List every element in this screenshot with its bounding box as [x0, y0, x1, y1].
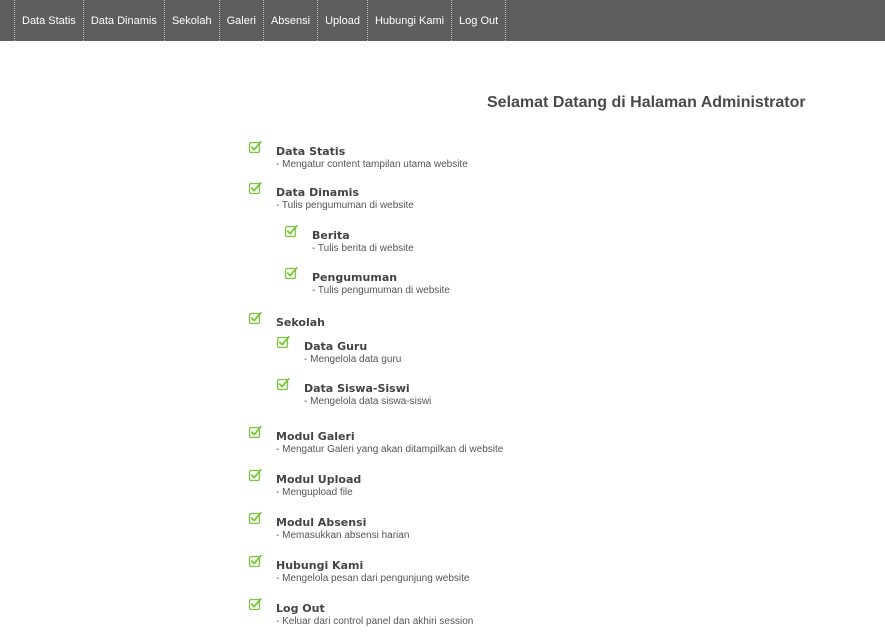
nav-upload[interactable]: Upload	[317, 0, 367, 41]
nav-log-out[interactable]: Log Out	[451, 0, 507, 41]
nav-data-statis[interactable]: Data Statis	[14, 0, 83, 41]
checkbox-checked-icon	[248, 554, 262, 568]
checkbox-checked-icon	[284, 266, 298, 280]
item-title[interactable]: Data Guru	[304, 340, 367, 353]
item-description: - Mengelola data siswa-siswi	[304, 396, 432, 407]
nav-sekolah[interactable]: Sekolah	[163, 0, 219, 41]
checkbox-checked-icon	[248, 511, 262, 525]
checkbox-checked-icon	[248, 140, 262, 154]
item-title[interactable]: Berita	[312, 229, 350, 242]
item-description: - Mengelola data guru	[304, 354, 402, 365]
item-description: - Tulis pengumuman di website	[276, 200, 414, 211]
nav-data-dinamis[interactable]: Data Dinamis	[82, 0, 164, 41]
checkbox-checked-icon	[248, 468, 262, 482]
item-title[interactable]: Modul Galeri	[276, 430, 355, 443]
top-navigation: Data Statis Data Dinamis Sekolah Galeri …	[0, 0, 885, 41]
item-title[interactable]: Data Statis	[276, 145, 345, 158]
item-title[interactable]: Hubungi Kami	[276, 559, 363, 572]
checkbox-checked-icon	[248, 181, 262, 195]
item-title[interactable]: Sekolah	[276, 316, 325, 329]
nav-hubungi-kami[interactable]: Hubungi Kami	[366, 0, 451, 41]
checkbox-checked-icon	[248, 311, 262, 325]
checkbox-checked-icon	[276, 335, 290, 349]
checkbox-checked-icon	[276, 377, 290, 391]
item-description: - Tulis berita di website	[312, 243, 414, 254]
checkbox-checked-icon	[248, 425, 262, 439]
nav-absensi[interactable]: Absensi	[262, 0, 317, 41]
item-description: - Mengupload file	[276, 487, 353, 498]
item-description: - Tulis pengumuman di website	[312, 285, 450, 296]
item-description: - Memasukkan absensi harian	[276, 530, 410, 541]
item-description: - Mengatur Galeri yang akan ditampilkan …	[276, 444, 504, 455]
item-title[interactable]: Modul Absensi	[276, 516, 366, 529]
item-title[interactable]: Log Out	[276, 602, 325, 615]
checkbox-checked-icon	[248, 597, 262, 611]
item-description: - Mengatur content tampilan utama websit…	[276, 159, 468, 170]
checkbox-checked-icon	[284, 224, 298, 238]
page-title: Selamat Datang di Halaman Administrator	[487, 94, 806, 111]
item-title[interactable]: Data Dinamis	[276, 186, 359, 199]
item-title[interactable]: Pengumuman	[312, 271, 397, 284]
item-description: - Mengelola pesan dari pengunjung websit…	[276, 573, 470, 584]
item-description: - Keluar dari control panel dan akhiri s…	[276, 616, 474, 627]
item-title[interactable]: Data Siswa-Siswi	[304, 382, 410, 395]
item-title[interactable]: Modul Upload	[276, 473, 361, 486]
nav-galeri[interactable]: Galeri	[218, 0, 263, 41]
